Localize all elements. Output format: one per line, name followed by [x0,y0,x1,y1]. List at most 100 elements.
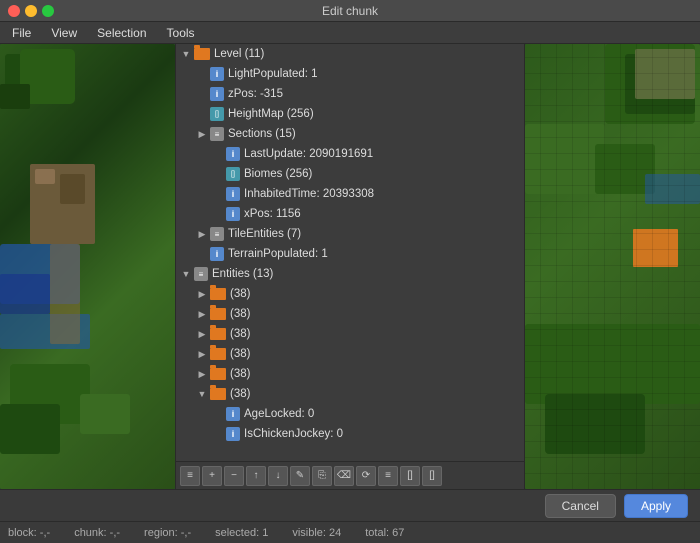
tree-arrow[interactable] [180,48,192,60]
int-icon: i [226,427,240,441]
tree-item-label: (38) [230,288,250,300]
window-title: Edit chunk [322,4,378,18]
tree-item[interactable]: i LastUpdate: 2090191691 [176,144,524,164]
menu-selection[interactable]: Selection [93,24,150,42]
tool-menu[interactable]: ≡ [180,466,200,486]
tree-item-label: TerrainPopulated: 1 [228,248,328,260]
map-left [0,44,175,489]
tool-refresh[interactable]: ⟳ [356,466,376,486]
tool-add[interactable]: + [202,466,222,486]
tool-expand[interactable]: [] [400,466,420,486]
int-icon: i [226,407,240,421]
tree-item-label: AgeLocked: 0 [244,408,314,420]
apply-button[interactable]: Apply [624,494,688,518]
tree-item-label: HeightMap (256) [228,108,314,120]
cancel-button[interactable]: Cancel [545,494,616,518]
tree-item[interactable]: i AgeLocked: 0 [176,404,524,424]
tree-item[interactable]: i zPos: -315 [176,84,524,104]
tree-item[interactable]: i IsChickenJockey: 0 [176,424,524,444]
title-bar: Edit chunk [0,0,700,22]
tree-item[interactable]: Level (11) [176,44,524,64]
menu-view[interactable]: View [47,24,81,42]
tool-move-up[interactable]: ↑ [246,466,266,486]
close-button[interactable] [8,5,20,17]
tree-item-label: TileEntities (7) [228,228,301,240]
status-visible: visible: 24 [292,527,341,539]
minimize-button[interactable] [25,5,37,17]
status-chunk: chunk: -,- [74,527,120,539]
tree-item[interactable]: (38) [176,284,524,304]
tree-item[interactable]: ≡ Sections (15) [176,124,524,144]
tree-item[interactable]: (38) [176,304,524,324]
tree-item-label: LastUpdate: 2090191691 [244,148,373,160]
folder-icon [210,388,226,400]
status-block: block: -,- [8,527,50,539]
tree-item-label: (38) [230,308,250,320]
tree-item[interactable]: i TerrainPopulated: 1 [176,244,524,264]
maximize-button[interactable] [42,5,54,17]
folder-icon [194,48,210,60]
tree-item-label: Sections (15) [228,128,296,140]
status-selected: selected: 1 [215,527,268,539]
status-region: region: -,- [144,527,191,539]
folder-icon [210,368,226,380]
int-icon: i [210,67,224,81]
tree-item[interactable]: iLightPopulated: 1 [176,64,524,84]
list-icon: ≡ [194,267,208,281]
tool-edit[interactable]: ✎ [290,466,310,486]
tree-arrow[interactable] [196,308,208,320]
tree-item[interactable]: (38) [176,344,524,364]
tool-copy[interactable]: ⎘ [312,466,332,486]
status-bar: block: -,- chunk: -,- region: -,- select… [0,521,700,543]
tree-item[interactable]: []HeightMap (256) [176,104,524,124]
tree-arrow[interactable] [196,288,208,300]
tree-scroll[interactable]: Level (11)iLightPopulated: 1izPos: -315[… [176,44,524,461]
tree-item[interactable]: (38) [176,324,524,344]
list-icon: ≡ [210,127,224,141]
tree-arrow[interactable] [196,388,208,400]
tool-remove[interactable]: − [224,466,244,486]
int-icon: i [226,147,240,161]
map-right-canvas [525,44,700,489]
map-left-canvas [0,44,175,489]
tree-item[interactable]: (38) [176,364,524,384]
tree-arrow[interactable] [196,228,208,240]
folder-icon [210,288,226,300]
tree-item-label: InhabitedTime: 20393308 [244,188,374,200]
tree-item[interactable]: ≡ TileEntities (7) [176,224,524,244]
tree-item-label: zPos: -315 [228,88,283,100]
tree-panel: Level (11)iLightPopulated: 1izPos: -315[… [175,44,525,489]
tree-arrow[interactable] [196,348,208,360]
tree-item-label: IsChickenJockey: 0 [244,428,343,440]
window-controls[interactable] [8,5,54,17]
tree-item[interactable]: ixPos: 1156 [176,204,524,224]
tool-move-down[interactable]: ↓ [268,466,288,486]
byte-arr-icon: [] [226,167,240,181]
menu-file[interactable]: File [8,24,35,42]
tree-item[interactable]: ≡Entities (13) [176,264,524,284]
folder-icon [210,348,226,360]
folder-icon [210,308,226,320]
tree-item-label: Level (11) [214,48,264,60]
tool-delete[interactable]: ⌫ [334,466,354,486]
int-icon: i [226,187,240,201]
tree-item-label: (38) [230,348,250,360]
tool-collapse[interactable]: [] [422,466,442,486]
list-icon: ≡ [210,227,224,241]
tree-arrow[interactable] [196,328,208,340]
tree-arrow[interactable] [180,268,192,280]
tree-arrow[interactable] [196,128,208,140]
menu-tools[interactable]: Tools [163,24,199,42]
int-icon: i [226,207,240,221]
main-layout: Level (11)iLightPopulated: 1izPos: -315[… [0,44,700,489]
tree-item[interactable]: i InhabitedTime: 20393308 [176,184,524,204]
tool-list[interactable]: ≡ [378,466,398,486]
tree-arrow[interactable] [196,368,208,380]
status-total: total: 67 [365,527,404,539]
tree-item[interactable]: []Biomes (256) [176,164,524,184]
tree-item[interactable]: (38) [176,384,524,404]
menu-bar: File View Selection Tools [0,22,700,44]
int-icon: i [210,87,224,101]
tree-item-label: (38) [230,388,250,400]
int-icon: i [210,247,224,261]
